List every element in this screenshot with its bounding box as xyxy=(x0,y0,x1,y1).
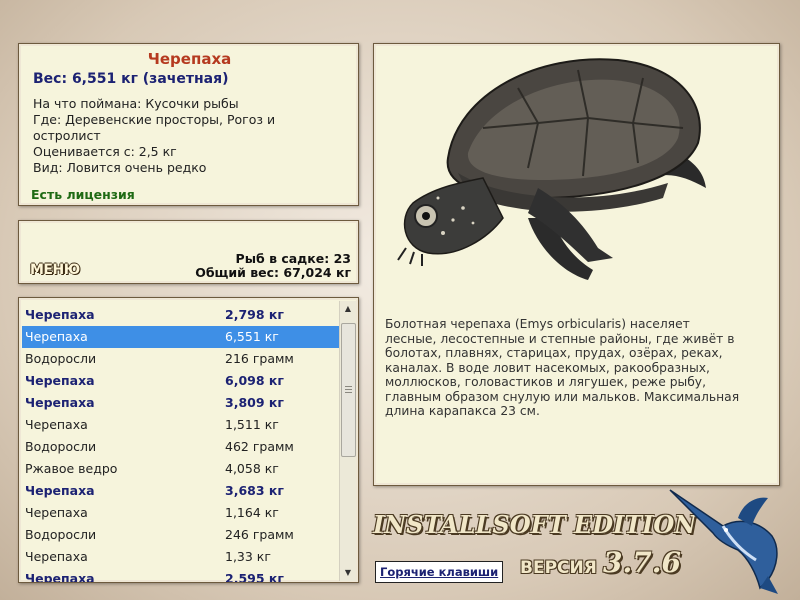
item-weight: 2,798 кг xyxy=(225,307,284,322)
item-weight: 1,33 кг xyxy=(225,549,271,564)
list-item[interactable]: Черепаха 1,164 кг xyxy=(22,502,340,524)
brand-logo-text: INSTALLSOFT EDITION xyxy=(373,510,697,539)
item-weight: 4,058 кг xyxy=(225,461,279,476)
item-name: Черепаха xyxy=(25,571,95,583)
fish-image-panel: Болотная черепаха (Emys orbicularis) нас… xyxy=(373,43,780,486)
license-status: Есть лицензия xyxy=(31,187,135,202)
item-name: Водоросли xyxy=(25,351,97,366)
hotkeys-button[interactable]: Горячие клавиши xyxy=(375,561,504,583)
item-name: Ржавое ведро xyxy=(25,461,118,476)
version-label: ВЕРСИЯ xyxy=(520,558,597,578)
catch-stats: Рыб в садке: 23 Общий вес: 67,024 кг xyxy=(195,252,351,280)
list-item[interactable]: Черепаха 1,33 кг xyxy=(22,546,340,568)
list-item[interactable]: Черепаха 3,683 кг xyxy=(22,480,340,502)
scroll-up-icon[interactable]: ▲ xyxy=(340,301,356,317)
marlin-fish-icon xyxy=(669,489,778,594)
item-name: Водоросли xyxy=(25,527,97,542)
item-weight: 6,098 кг xyxy=(225,373,284,388)
item-weight: 1,164 кг xyxy=(225,505,279,520)
list-scrollbar[interactable]: ▲ ▼ xyxy=(339,301,356,581)
detail-location: Где: Деревенские просторы, Рогоз и xyxy=(33,112,276,127)
list-item[interactable]: Водоросли 216 грамм xyxy=(22,348,340,370)
menu-panel: МЕНЮ Рыб в садке: 23 Общий вес: 67,024 к… xyxy=(18,220,359,284)
item-weight: 6,551 кг xyxy=(225,329,279,344)
item-name: Черепаха xyxy=(25,373,95,388)
fish-info-panel: Черепаха Вес: 6,551 кг (зачетная) На что… xyxy=(18,43,359,206)
catch-list[interactable]: Черепаха 2,798 кг Черепаха 6,551 кг Водоросл… xyxy=(22,304,340,583)
list-item[interactable]: Черепаха 2,798 кг xyxy=(22,304,340,326)
item-weight: 3,809 кг xyxy=(225,395,284,410)
item-name: Черепаха xyxy=(25,505,88,520)
scrollbar-thumb[interactable] xyxy=(341,323,356,457)
detail-location-cont: остролист xyxy=(33,128,101,143)
item-name: Черепаха xyxy=(25,329,88,344)
fish-weight: Вес: 6,551 кг (зачетная) xyxy=(33,71,229,87)
list-item[interactable]: Черепаха 6,551 кг xyxy=(22,326,340,348)
detail-bait: На что поймана: Кусочки рыбы xyxy=(33,96,239,111)
detail-rarity: Вид: Ловится очень редко xyxy=(33,160,207,175)
item-name: Черепаха xyxy=(25,307,95,322)
item-name: Черепаха xyxy=(25,483,95,498)
item-weight: 1,511 кг xyxy=(225,417,279,432)
fish-count: Рыб в садке: 23 xyxy=(235,251,351,266)
fish-details: На что поймана: Кусочки рыбы Где: Дереве… xyxy=(33,96,346,176)
menu-button[interactable]: МЕНЮ xyxy=(30,262,80,278)
list-item[interactable]: Водоросли 462 грамм xyxy=(22,436,340,458)
item-name: Черепаха xyxy=(25,417,88,432)
turtle-illustration xyxy=(397,58,706,280)
item-weight: 246 грамм xyxy=(225,527,294,542)
item-name: Черепаха xyxy=(25,395,95,410)
item-name: Черепаха xyxy=(25,549,88,564)
catch-list-panel: Черепаха 2,798 кг Черепаха 6,551 кг Водоросл… xyxy=(18,297,359,583)
item-weight: 216 грамм xyxy=(225,351,294,366)
fish-description: Болотная черепаха (Emys orbicularis) нас… xyxy=(385,317,740,418)
fish-title: Черепаха xyxy=(147,50,232,68)
item-name: Водоросли xyxy=(25,439,97,454)
detail-rating: Оценивается с: 2,5 кг xyxy=(33,144,177,159)
item-weight: 3,683 кг xyxy=(225,483,284,498)
total-weight: Общий вес: 67,024 кг xyxy=(195,265,351,280)
list-item[interactable]: Черепаха 6,098 кг xyxy=(22,370,340,392)
grip-icon xyxy=(345,386,352,394)
list-item[interactable]: Черепаха 1,511 кг xyxy=(22,414,340,436)
list-item[interactable]: Черепаха 3,809 кг xyxy=(22,392,340,414)
item-weight: 2,595 кг xyxy=(225,571,284,583)
list-item[interactable]: Черепаха 2,595 кг xyxy=(22,568,340,583)
scroll-down-icon[interactable]: ▼ xyxy=(340,565,356,581)
list-item[interactable]: Водоросли 246 грамм xyxy=(22,524,340,546)
item-weight: 462 грамм xyxy=(225,439,294,454)
list-item[interactable]: Ржавое ведро 4,058 кг xyxy=(22,458,340,480)
